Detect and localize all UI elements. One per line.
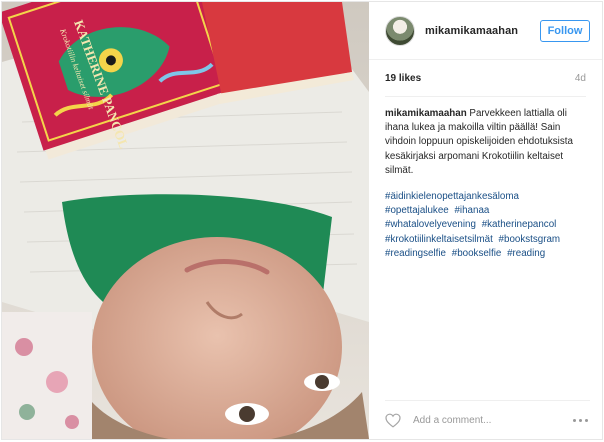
avatar[interactable] — [385, 15, 415, 46]
heart-icon[interactable] — [385, 413, 401, 428]
dot — [585, 418, 588, 422]
comment-input[interactable] — [411, 413, 571, 427]
hashtag-link[interactable]: #katherinepancol — [482, 219, 557, 230]
hashtag-link[interactable]: #äidinkielenopettajankesäloma — [385, 191, 519, 202]
hashtag-link[interactable]: #krokotiilinkeltaisetsilmät — [385, 234, 493, 245]
post-caption: mikamikamaahan Parvekkeen lattialla oli … — [385, 107, 586, 261]
caption-username[interactable]: mikamikamaahan — [385, 108, 467, 119]
dot — [573, 418, 576, 422]
dot — [579, 418, 582, 422]
hashtag-link[interactable]: #bookstsgram — [499, 234, 561, 245]
post-photo[interactable]: KATHERINE PANCOL Krokotiilin keltaiset s… — [2, 2, 369, 439]
hashtag-link[interactable]: #bookselfie — [452, 248, 502, 259]
post-stats: 19 likes 4d — [385, 60, 586, 97]
hashtag-link[interactable]: #reading — [507, 248, 545, 259]
likes-count[interactable]: 19 likes — [385, 73, 421, 84]
hashtag-list: #äidinkielenopettajankesäloma #opettajal… — [385, 190, 586, 261]
more-options-icon[interactable] — [571, 415, 590, 426]
follow-button[interactable]: Follow — [540, 19, 590, 42]
post-time[interactable]: 4d — [575, 73, 586, 84]
reading-selfie-photo: KATHERINE PANCOL Krokotiilin keltaiset s… — [2, 2, 369, 439]
hashtag-link[interactable]: #readingselfie — [385, 248, 446, 259]
post-side-panel: mikamikamaahan Follow 19 likes 4d mikami… — [369, 2, 602, 439]
hashtag-link[interactable]: #whatalovelyevening — [385, 219, 476, 230]
hashtag-link[interactable]: #opettajalukee — [385, 205, 449, 216]
username-link[interactable]: mikamikamaahan — [425, 25, 540, 37]
instagram-post: KATHERINE PANCOL Krokotiilin keltaiset s… — [1, 1, 603, 440]
post-header: mikamikamaahan Follow — [369, 2, 602, 60]
hashtag-link[interactable]: #ihanaa — [454, 205, 489, 216]
post-footer — [385, 400, 590, 439]
